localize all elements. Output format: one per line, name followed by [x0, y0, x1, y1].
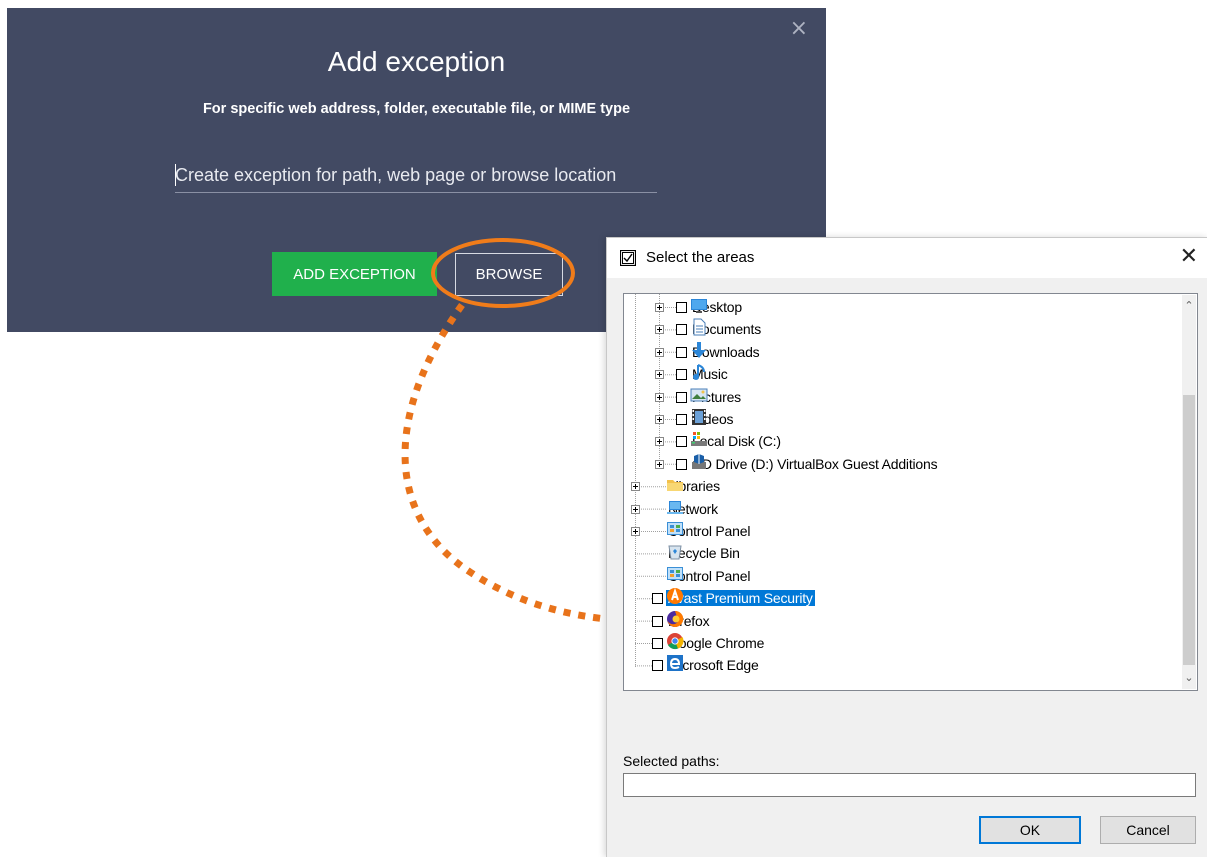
local-disk-icon [691, 432, 707, 447]
dialog-subtitle: For specific web address, folder, execut… [202, 101, 631, 117]
expand-icon[interactable] [631, 504, 640, 514]
tree-item[interactable]: Control Panel [666, 520, 752, 542]
tree-item-checkbox[interactable] [676, 369, 687, 381]
expand-icon[interactable] [655, 347, 664, 357]
tree-item-checkbox[interactable] [676, 414, 687, 425]
dialog-title: Select the areas [646, 249, 755, 266]
tree-item-checkbox[interactable] [652, 660, 663, 672]
control-panel-icon [667, 566, 683, 580]
edge-icon [667, 655, 683, 672]
tree-item-label: Avast Premium Security [666, 590, 815, 607]
tree-item-checkbox[interactable] [676, 324, 687, 336]
dialog-title: Add exception [327, 46, 506, 77]
selected-paths-field[interactable] [623, 773, 1196, 797]
expand-icon[interactable] [655, 392, 664, 402]
tree-item-checkbox[interactable] [676, 346, 687, 358]
tree-item[interactable]: Firefox [666, 610, 711, 632]
tree-item[interactable]: Network [666, 498, 720, 520]
desktop-icon [691, 299, 707, 313]
selected-paths-label: Selected paths: [623, 753, 720, 769]
tree-item[interactable]: Desktop [690, 296, 744, 318]
expand-icon[interactable] [655, 370, 664, 380]
text-caret [175, 164, 176, 186]
tree-item[interactable]: Libraries [666, 475, 722, 497]
scroll-up-icon[interactable]: ⌃ [1182, 299, 1196, 313]
ok-button[interactable]: OK [979, 816, 1081, 844]
tree-item[interactable]: Google Chrome [666, 632, 766, 654]
expand-icon[interactable] [631, 482, 640, 492]
vertical-scrollbar[interactable]: ⌃ ⌄ [1182, 295, 1196, 689]
tree-item-checkbox[interactable] [676, 302, 687, 313]
pictures-icon [690, 388, 708, 402]
download-icon [692, 341, 706, 358]
tree-item[interactable]: Microsoft Edge [666, 654, 761, 676]
cancel-button[interactable]: Cancel [1100, 816, 1196, 844]
dotted-connector-arrow [401, 302, 607, 623]
tree-item-checkbox[interactable] [676, 458, 687, 470]
document-icon [693, 318, 706, 336]
tree-item[interactable]: Pictures [690, 386, 743, 408]
tree-item-checkbox[interactable] [652, 638, 663, 649]
select-areas-dialog: Select the areas ✕ Desktop Documents Downl… [606, 237, 1207, 857]
tree-item[interactable]: Downloads [690, 341, 761, 363]
tree-item[interactable]: Music [690, 363, 730, 385]
browse-button[interactable]: BROWSE [455, 253, 563, 296]
scroll-down-icon[interactable]: ⌄ [1182, 671, 1196, 685]
chrome-icon [667, 633, 684, 650]
music-icon [693, 364, 705, 381]
tree-item[interactable]: Local Disk (C:) [690, 430, 783, 452]
tree-item-checkbox[interactable] [676, 391, 687, 403]
recycle-bin-icon [668, 545, 682, 560]
expand-icon[interactable] [655, 459, 664, 469]
expand-icon[interactable] [631, 527, 640, 536]
libraries-icon [667, 480, 683, 492]
network-icon [667, 500, 683, 514]
tree-item-checkbox[interactable] [652, 593, 663, 605]
title-bar: Select the areas ✕ [607, 238, 1207, 278]
tree-item[interactable]: Control Panel [666, 565, 752, 587]
checkbox-app-icon [620, 250, 636, 266]
tree-item[interactable]: Recycle Bin [666, 542, 742, 564]
exception-path-input[interactable] [175, 158, 657, 193]
tree-item[interactable]: Videos [690, 408, 735, 430]
folder-tree[interactable]: Desktop Documents Downloads Music Pictures Vi… [623, 293, 1198, 691]
tree-item-checkbox[interactable] [676, 436, 687, 448]
tree-item-checkbox[interactable] [652, 615, 663, 627]
tree-item[interactable]: CD Drive (D:) VirtualBox Guest Additions [690, 453, 939, 475]
tree-item-label: CD Drive (D:) VirtualBox Guest Additions [692, 455, 938, 472]
scrollbar-thumb[interactable] [1183, 395, 1195, 665]
close-icon[interactable]: ✕ [1180, 244, 1198, 269]
control-panel-icon [667, 522, 683, 535]
expand-icon[interactable] [655, 437, 664, 447]
expand-icon[interactable] [655, 415, 664, 424]
cd-drive-icon [692, 453, 706, 469]
tree-item[interactable]: Avast Premium Security [666, 587, 815, 609]
avast-icon [667, 588, 683, 605]
firefox-icon [667, 610, 684, 627]
close-icon[interactable]: × [790, 18, 808, 40]
videos-icon [692, 409, 706, 425]
add-exception-button[interactable]: ADD EXCEPTION [272, 252, 437, 296]
expand-icon[interactable] [655, 325, 664, 335]
tree-item[interactable]: Documents [690, 318, 763, 340]
expand-icon[interactable] [655, 303, 664, 312]
